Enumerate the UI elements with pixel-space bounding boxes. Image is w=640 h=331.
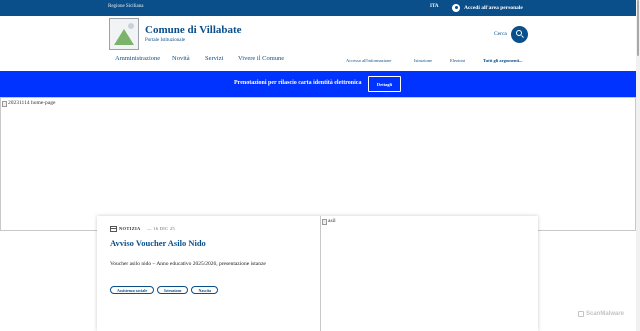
news-title[interactable]: Avviso Voucher Asilo Nido (110, 238, 206, 248)
broken-image-icon (322, 219, 327, 225)
hero-image: 20231114 home-page (0, 97, 636, 231)
news-category[interactable]: NOTIZIA (119, 226, 141, 231)
news-tags: Assistenza sociale Istruzione Nascita (110, 286, 219, 294)
watermark: ScanMalware (578, 311, 624, 317)
nav-item-servizi[interactable]: Servizi (205, 55, 223, 62)
topic-accesso-informazione[interactable]: Accesso all'informazione (346, 58, 391, 63)
login-button[interactable]: Accedi all'area personale (452, 2, 523, 14)
tag-chip-istruzione[interactable]: Istruzione (157, 286, 189, 294)
topic-elezioni[interactable]: Elezioni (450, 58, 465, 63)
site-subtitle: Portale Istituzionale (145, 38, 186, 43)
scanmalware-icon (578, 311, 584, 317)
site-header: Comune di Villabate Portale Istituzional… (0, 16, 636, 71)
page-scrollbar[interactable] (636, 0, 640, 331)
nav-item-amministrazione[interactable]: Amministrazione (115, 55, 160, 62)
news-card-image[interactable]: asil (320, 216, 535, 331)
top-bar: Regione Siciliana ITA Accedi all'area pe… (0, 0, 636, 16)
banner-text: Prenotazioni per rilascio carta identità… (234, 80, 362, 86)
news-image-alt: asil (328, 218, 336, 224)
tag-chip-nascita[interactable]: Nascita (191, 286, 219, 294)
broken-image-icon (2, 101, 7, 107)
news-description: Voucher asilo nido – Anno educativo 2025… (110, 261, 266, 267)
banner-details-button[interactable]: Dettagli (368, 76, 401, 92)
nav-item-vivere-il-comune[interactable]: Vivere il Comune (238, 55, 284, 62)
news-date: — 16 DIC 25 (147, 226, 175, 231)
topic-all-topics[interactable]: Tutti gli argomenti... (483, 58, 522, 63)
nav-item-novita[interactable]: Novità (172, 55, 190, 62)
news-broken-image: asil (322, 218, 336, 225)
calendar-icon (110, 226, 117, 232)
hero-broken-image: 20231114 home-page (2, 100, 55, 107)
search-label: Cerca (494, 31, 507, 37)
site-title[interactable]: Comune di Villabate (145, 24, 242, 36)
news-card: NOTIZIA — 16 DIC 25 Avviso Voucher Asilo… (97, 216, 538, 331)
topic-istruzione[interactable]: Istruzione (414, 58, 432, 63)
region-link[interactable]: Regione Siciliana (108, 4, 143, 9)
logo-mountain (114, 29, 134, 45)
language-selector[interactable]: ITA (430, 4, 439, 9)
news-card-body: NOTIZIA — 16 DIC 25 Avviso Voucher Asilo… (97, 216, 320, 331)
site-logo[interactable] (109, 18, 139, 50)
user-icon (452, 4, 460, 12)
notice-banner: Prenotazioni per rilascio carta identità… (0, 71, 636, 97)
scrollbar-thumb[interactable] (637, 0, 639, 56)
watermark-text: ScanMalware (586, 311, 625, 317)
hero-image-alt: 20231114 home-page (8, 100, 56, 106)
login-label: Accedi all'area personale (464, 5, 523, 11)
tag-chip-assistenza-sociale[interactable]: Assistenza sociale (110, 286, 155, 294)
search-button[interactable] (511, 26, 528, 43)
